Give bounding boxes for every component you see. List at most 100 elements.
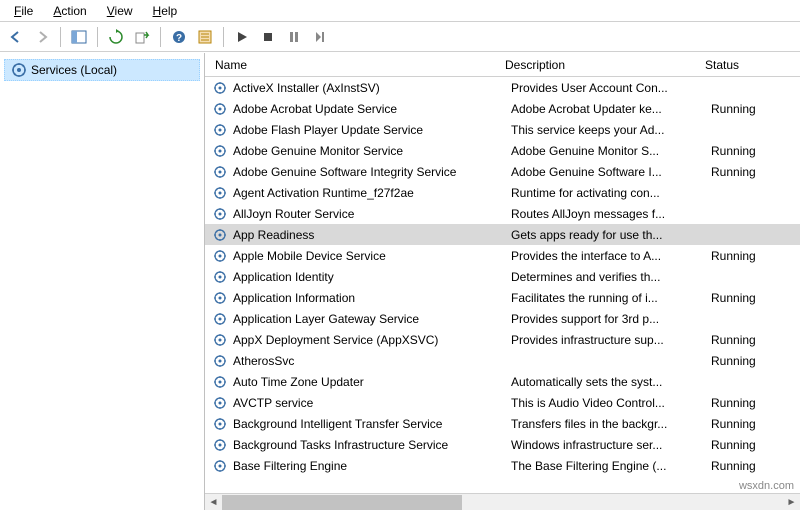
service-name: Background Intelligent Transfer Service [229,417,511,431]
service-name: App Readiness [229,228,511,242]
list-body[interactable]: ActiveX Installer (AxInstSV)Provides Use… [205,77,800,493]
service-row[interactable]: Background Tasks Infrastructure ServiceW… [205,434,800,455]
tree-item-label: Services (Local) [31,63,117,77]
service-row[interactable]: AtherosSvcRunning [205,350,800,371]
gear-icon [211,80,229,96]
properties-button[interactable] [193,25,217,49]
horizontal-scrollbar[interactable]: ◄ ► [205,493,800,510]
service-row[interactable]: Application Layer Gateway ServiceProvide… [205,308,800,329]
help-button[interactable]: ? [167,25,191,49]
gear-icon [211,374,229,390]
gear-icon [211,437,229,453]
service-status: Running [711,417,771,431]
service-row[interactable]: Background Intelligent Transfer ServiceT… [205,413,800,434]
service-description: Provides the interface to A... [511,249,711,263]
service-name: Application Identity [229,270,511,284]
toolbar-separator [60,27,61,47]
service-status: Running [711,333,771,347]
service-description: Automatically sets the syst... [511,375,711,389]
service-name: Apple Mobile Device Service [229,249,511,263]
service-status: Running [711,102,771,116]
service-row[interactable]: Agent Activation Runtime_f27f2aeRuntime … [205,182,800,203]
service-description: Adobe Genuine Monitor S... [511,144,711,158]
list-pane: Name Description Status ActiveX Installe… [205,53,800,510]
svg-text:?: ? [176,33,182,44]
service-status: Running [711,396,771,410]
column-header-status[interactable]: Status [705,58,765,72]
stop-service-button[interactable] [256,25,280,49]
show-hide-tree-button[interactable] [67,25,91,49]
content-area: Services (Local) Name Description Status… [0,52,800,510]
service-status: Running [711,165,771,179]
service-name: Base Filtering Engine [229,459,511,473]
services-icon [11,62,27,78]
gear-icon [211,185,229,201]
service-name: Adobe Flash Player Update Service [229,123,511,137]
service-name: Adobe Genuine Monitor Service [229,144,511,158]
start-service-button[interactable] [230,25,254,49]
column-header-description[interactable]: Description [505,58,705,72]
gear-icon [211,143,229,159]
service-name: Auto Time Zone Updater [229,375,511,389]
service-status: Running [711,144,771,158]
service-row[interactable]: Application InformationFacilitates the r… [205,287,800,308]
forward-button[interactable] [30,25,54,49]
pause-service-button[interactable] [282,25,306,49]
service-description: Windows infrastructure ser... [511,438,711,452]
gear-icon [211,122,229,138]
menubar: File Action View Help [0,0,800,22]
menu-action[interactable]: Action [43,2,96,20]
back-button[interactable] [4,25,28,49]
service-name: Agent Activation Runtime_f27f2ae [229,186,511,200]
service-name: Background Tasks Infrastructure Service [229,438,511,452]
service-name: Adobe Genuine Software Integrity Service [229,165,511,179]
service-name: AtherosSvc [229,354,511,368]
menu-help[interactable]: Help [143,2,188,20]
menu-view[interactable]: View [97,2,143,20]
menu-file[interactable]: File [4,2,43,20]
gear-icon [211,311,229,327]
service-row[interactable]: ActiveX Installer (AxInstSV)Provides Use… [205,77,800,98]
gear-icon [211,395,229,411]
service-description: Routes AllJoyn messages f... [511,207,711,221]
service-row[interactable]: Auto Time Zone UpdaterAutomatically sets… [205,371,800,392]
service-row[interactable]: AppX Deployment Service (AppXSVC)Provide… [205,329,800,350]
service-description: Transfers files in the backgr... [511,417,711,431]
service-row[interactable]: Base Filtering EngineThe Base Filtering … [205,455,800,476]
service-description: Adobe Genuine Software I... [511,165,711,179]
service-row[interactable]: App ReadinessGets apps ready for use th.… [205,224,800,245]
toolbar-separator [160,27,161,47]
service-description: Determines and verifies th... [511,270,711,284]
service-description: Adobe Acrobat Updater ke... [511,102,711,116]
service-row[interactable]: Adobe Acrobat Update ServiceAdobe Acroba… [205,98,800,119]
service-description: Provides User Account Con... [511,81,711,95]
service-row[interactable]: AVCTP serviceThis is Audio Video Control… [205,392,800,413]
service-row[interactable]: Adobe Genuine Monitor ServiceAdobe Genui… [205,140,800,161]
service-row[interactable]: Adobe Flash Player Update ServiceThis se… [205,119,800,140]
gear-icon [211,164,229,180]
service-description: Runtime for activating con... [511,186,711,200]
service-row[interactable]: Adobe Genuine Software Integrity Service… [205,161,800,182]
scroll-right-arrow[interactable]: ► [783,494,800,510]
service-row[interactable]: Application IdentityDetermines and verif… [205,266,800,287]
service-row[interactable]: AllJoyn Router ServiceRoutes AllJoyn mes… [205,203,800,224]
service-description: Facilitates the running of i... [511,291,711,305]
scroll-thumb[interactable] [222,495,462,510]
tree-item-services-local[interactable]: Services (Local) [4,59,200,81]
service-name: AVCTP service [229,396,511,410]
toolbar-separator [223,27,224,47]
service-description: The Base Filtering Engine (... [511,459,711,473]
refresh-button[interactable] [104,25,128,49]
gear-icon [211,206,229,222]
service-status: Running [711,291,771,305]
service-description: Provides support for 3rd p... [511,312,711,326]
gear-icon [211,458,229,474]
service-description: Gets apps ready for use th... [511,228,711,242]
service-row[interactable]: Apple Mobile Device ServiceProvides the … [205,245,800,266]
restart-service-button[interactable] [308,25,332,49]
toolbar-separator [97,27,98,47]
column-header-name[interactable]: Name [205,58,505,72]
scroll-left-arrow[interactable]: ◄ [205,494,222,510]
service-name: Application Information [229,291,511,305]
export-list-button[interactable] [130,25,154,49]
